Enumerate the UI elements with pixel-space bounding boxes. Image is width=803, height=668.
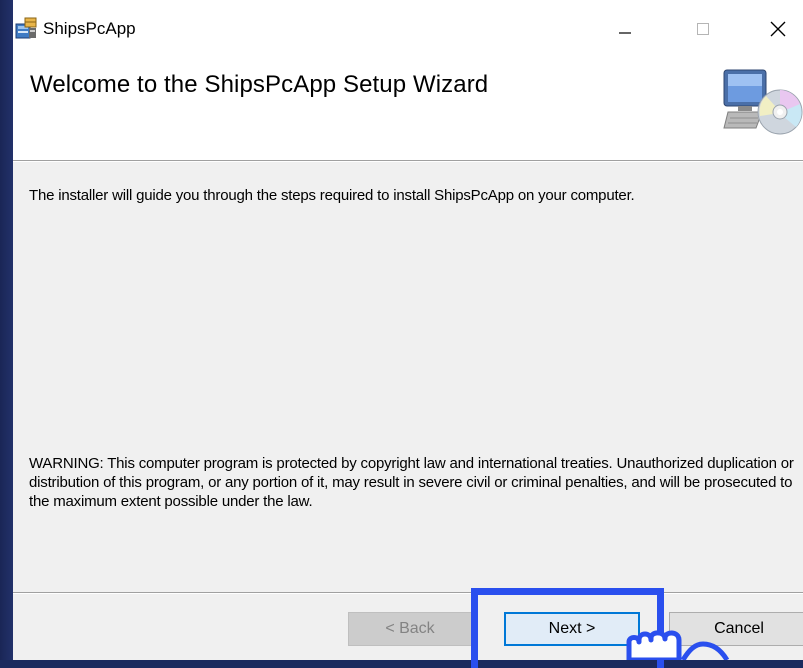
- intro-text: The installer will guide you through the…: [29, 187, 635, 204]
- window-title: ShipsPcApp: [43, 19, 136, 38]
- wizard-title: Welcome to the ShipsPcApp Setup Wizard: [30, 71, 489, 98]
- title-bar[interactable]: ShipsPcApp: [13, 0, 803, 60]
- minimize-icon: [619, 32, 631, 34]
- setup-wizard-window: ShipsPcApp Welcome to the ShipsPcApp Set…: [13, 0, 803, 660]
- maximize-button[interactable]: [683, 14, 723, 44]
- installer-box-icon: [14, 16, 38, 40]
- hand-pointer-icon: [619, 622, 749, 663]
- maximize-icon: [697, 23, 709, 35]
- close-button[interactable]: [758, 14, 798, 44]
- copyright-warning-text: WARNING: This computer program is protec…: [29, 455, 794, 510]
- header-divider-highlight: [13, 161, 803, 162]
- minimize-button[interactable]: [605, 14, 645, 44]
- computer-with-cd-icon: [722, 66, 803, 136]
- desktop-background: [0, 0, 13, 660]
- back-button[interactable]: < Back: [348, 612, 472, 646]
- wizard-header: Welcome to the ShipsPcApp Setup Wizard: [13, 60, 803, 160]
- footer-divider-highlight: [13, 593, 803, 594]
- close-icon: [770, 21, 786, 37]
